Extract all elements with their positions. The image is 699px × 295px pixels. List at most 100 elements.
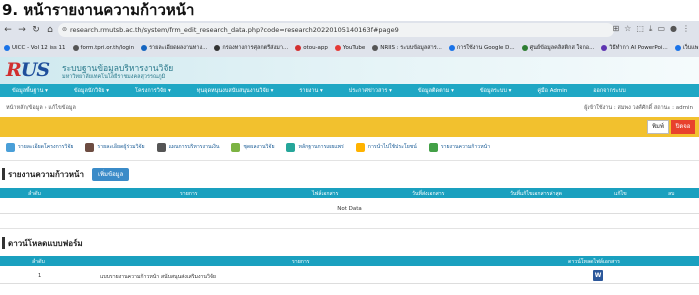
bookmark-label: รายละเอียดผลงานทาง... bbox=[149, 45, 208, 51]
section-tabs: รายละเอียดโครงการวิจัย รายละเอียดผู้ร่วมว… bbox=[0, 140, 699, 154]
bookmark-favicon-icon bbox=[448, 45, 455, 51]
main-nav-item[interactable]: ข้อมูลพื้นฐาน ▾ bbox=[12, 87, 48, 95]
word-file-icon[interactable]: W bbox=[593, 270, 603, 281]
divider bbox=[0, 160, 699, 161]
bookmark-favicon-icon bbox=[295, 45, 302, 51]
menu-icon[interactable]: ⋮ bbox=[682, 24, 695, 33]
address-bar[interactable]: ⊜ research.rmutsb.ac.th/system/frm_edit_… bbox=[58, 23, 614, 37]
site-logo[interactable]: RUS bbox=[6, 59, 50, 81]
row-item: แบบรายงานความก้าวหน้า สนับสนุนส่งเสริมงา… bbox=[100, 274, 216, 280]
main-nav-item[interactable]: ข้อมูลติดตาม ▾ bbox=[418, 87, 454, 95]
page-caption: 9. หน้ารายงานความก้าวหน้า bbox=[2, 1, 195, 19]
bookmark-label: form.tpri.or.th/login bbox=[80, 45, 135, 51]
bookmark-favicon-icon bbox=[372, 45, 379, 51]
extensions-icon[interactable]: ⬚ bbox=[636, 24, 649, 33]
site-header: RUS ระบบฐานข้อมูลบริหารงานวิจัย มหาวิทยา… bbox=[0, 57, 699, 84]
bookmark-item[interactable]: ศูนย์ข้อมูลคลิสติกส ใจกอ... bbox=[521, 44, 594, 52]
evidence-icon bbox=[286, 142, 296, 152]
breadcrumb-row: หน้าหลัก/ข้อมูล › แก้ไขข้อมูล ผู้เข้าใช้… bbox=[0, 100, 699, 114]
output-icon bbox=[231, 142, 241, 152]
bookmark-item[interactable]: NRIIS : ระบบข้อมูลสาร... bbox=[372, 44, 442, 52]
tab-label: รายงานความก้าวหน้า bbox=[440, 144, 491, 150]
back-icon[interactable]: ← bbox=[2, 25, 14, 35]
bookmark-favicon-icon bbox=[334, 45, 341, 51]
main-nav-item[interactable]: คู่มือ Admin bbox=[537, 87, 567, 95]
download-section-header: ดาวน์โหลดแบบฟอร์ม bbox=[0, 236, 699, 250]
progress-table-header: ลำดับ รายการ ไฟล์เอกสาร วันที่ส่งเอกสาร … bbox=[0, 188, 699, 198]
bookmark-favicon-icon bbox=[72, 45, 79, 51]
utilization-icon bbox=[355, 142, 365, 152]
bookmark-favicon-icon bbox=[141, 45, 148, 51]
tab-label: การนำไปใช้ประโยชน์ bbox=[367, 144, 417, 150]
col-file: ไฟล์เอกสาร bbox=[312, 190, 339, 197]
col-submit-date: วันที่ส่งเอกสาร bbox=[412, 190, 445, 197]
tab-researcher[interactable]: รายละเอียดผู้ร่วมวิจัย bbox=[85, 142, 145, 152]
bookmark-label: เว็บแพล bbox=[682, 45, 699, 51]
bookmark-item[interactable]: รายละเอียดผลงานทาง... bbox=[141, 44, 207, 52]
translate-icon[interactable]: ⊞ bbox=[612, 24, 624, 33]
action-bar: พิมพ์ ปิดจอ bbox=[0, 117, 699, 137]
main-nav: ข้อมูลพื้นฐาน ▾ ข้อมูลนักวิจัย ▾ โครงการวิ… bbox=[0, 84, 699, 97]
main-nav-item[interactable]: ออกจากระบบ bbox=[593, 87, 625, 95]
col-no: ลำดับ bbox=[28, 190, 41, 197]
close-button[interactable]: ปิดจอ bbox=[671, 120, 695, 134]
tab-project[interactable]: รายละเอียดโครงการวิจัย bbox=[6, 142, 74, 152]
bookmark-label: วิธีทำกา AI PowerPoi... bbox=[609, 45, 668, 51]
bookmark-item[interactable]: otou-app bbox=[295, 45, 328, 51]
col-edit-date: วันที่แก้ไขเอกสารล่าสุด bbox=[510, 190, 563, 197]
tab-budget-plan[interactable]: แผนการบริหารงานเงิน bbox=[156, 142, 220, 152]
col-delete: ลบ bbox=[668, 190, 675, 197]
bookmark-item[interactable]: กรองทางการศุลกตรีส่งมา... bbox=[214, 44, 288, 52]
tab-progress-report[interactable]: รายงานความก้าวหน้า bbox=[428, 142, 491, 152]
site-info-icon[interactable]: ⊜ bbox=[62, 23, 67, 37]
bookmark-label: YouTube bbox=[342, 45, 366, 51]
main-nav-item[interactable]: ข้อมูลระบบ ▾ bbox=[480, 87, 511, 95]
section-marker bbox=[2, 237, 5, 249]
bookmark-item[interactable]: การใช้งาน Google D... bbox=[448, 44, 515, 52]
col-item: รายการ bbox=[292, 258, 310, 265]
main-nav-item[interactable]: ข้อมูลนักวิจัย ▾ bbox=[74, 87, 109, 95]
bookmark-item[interactable]: เว็บแพล bbox=[674, 44, 699, 52]
add-data-button[interactable]: เพิ่มข้อมูล bbox=[92, 167, 130, 181]
tab-label: ชุดผลงานวิจัย bbox=[243, 144, 275, 150]
print-button[interactable]: พิมพ์ bbox=[647, 120, 669, 134]
bookmark-label: กรองทางการศุลกตรีส่งมา... bbox=[222, 45, 289, 51]
tab-label: แผนการบริหารงานเงิน bbox=[168, 144, 220, 150]
bookmark-item[interactable]: วิธีทำกา AI PowerPoi... bbox=[601, 44, 668, 52]
url-text: research.rmutsb.ac.th/system/frm_edit_re… bbox=[70, 26, 399, 34]
browser-chrome: ← → ↻ ⌂ ⊜ research.rmutsb.ac.th/system/f… bbox=[0, 21, 699, 57]
bookmark-item[interactable]: UICC - Vol 12 iss 11 bbox=[4, 45, 66, 51]
bookmark-favicon-icon bbox=[521, 45, 528, 51]
download-table-header: ลำดับ รายการ ดาวน์โหลดไฟล์เอกสาร bbox=[0, 256, 699, 266]
bookmark-item[interactable]: form.tpri.or.th/login bbox=[72, 45, 135, 51]
progress-section-header: รายงานความก้าวหน้า เพิ่มข้อมูล bbox=[0, 166, 699, 182]
profile-icon[interactable]: ● bbox=[670, 24, 682, 33]
main-nav-item[interactable]: รายงาน ▾ bbox=[299, 87, 322, 95]
tab-label: รายละเอียดโครงการวิจัย bbox=[18, 144, 74, 150]
researcher-icon bbox=[85, 142, 95, 152]
main-nav-item[interactable]: โครงการวิจัย ▾ bbox=[135, 87, 171, 95]
bookmark-item[interactable]: YouTube bbox=[334, 45, 366, 51]
sidepanel-icon[interactable]: ▭ bbox=[657, 24, 670, 33]
main-nav-item[interactable]: ประกาศข่าวสาร ▾ bbox=[349, 87, 392, 95]
breadcrumb[interactable]: หน้าหลัก/ข้อมูล › แก้ไขข้อมูล bbox=[6, 104, 76, 112]
toolbar-icons: ⊞☆⬚⤓▭●⋮ bbox=[612, 24, 695, 34]
tab-utilization[interactable]: การนำไปใช้ประโยชน์ bbox=[355, 142, 417, 152]
progress-section-title: รายงานความก้าวหน้า bbox=[8, 169, 85, 179]
bookmark-favicon-icon bbox=[4, 45, 10, 51]
col-download-file: ดาวน์โหลดไฟล์เอกสาร bbox=[568, 258, 620, 265]
url-row: ← → ↻ ⌂ ⊜ research.rmutsb.ac.th/system/f… bbox=[0, 21, 699, 39]
tab-label: หลักฐานการเผยแพร่ bbox=[298, 144, 344, 150]
bookmark-favicon-icon bbox=[674, 45, 681, 51]
section-marker bbox=[2, 168, 5, 180]
tab-evidence[interactable]: หลักฐานการเผยแพร่ bbox=[286, 142, 344, 152]
bookmarks-bar: UICC - Vol 12 iss 11 form.tpri.or.th/logi… bbox=[0, 40, 699, 56]
home-icon[interactable]: ⌂ bbox=[44, 25, 56, 35]
forward-icon[interactable]: → bbox=[16, 25, 28, 35]
reload-icon[interactable]: ↻ bbox=[30, 25, 42, 35]
tab-output[interactable]: ชุดผลงานวิจัย bbox=[231, 142, 275, 152]
bookmark-star-icon[interactable]: ☆ bbox=[624, 24, 636, 33]
main-nav-item[interactable]: ทุนอุดหนุนงบสนับสนุนงานวิจัย ▾ bbox=[197, 87, 274, 95]
empty-table-message: Not Data bbox=[0, 204, 699, 214]
budget-plan-icon bbox=[156, 142, 166, 152]
